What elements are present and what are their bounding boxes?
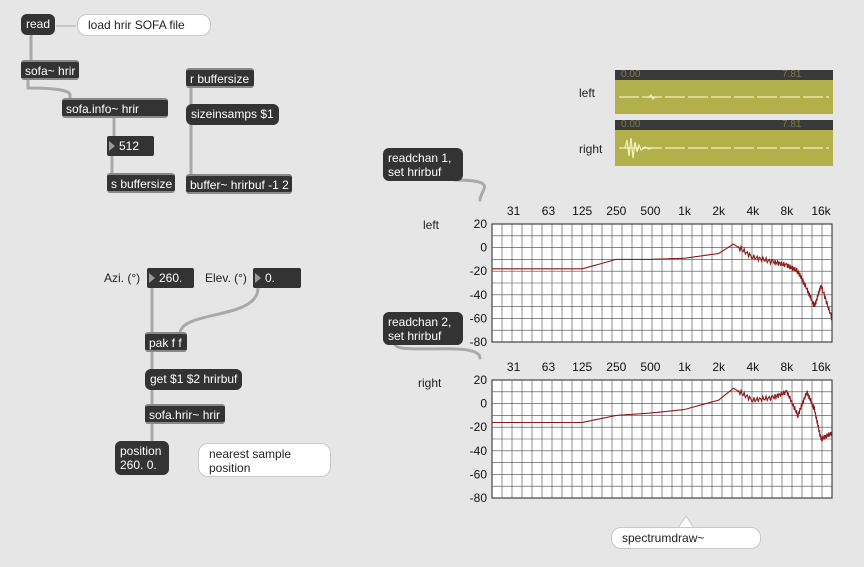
spectrumdraw-comment: spectrumdraw~ [611,527,761,549]
elev-number[interactable]: 0. [253,268,301,288]
buffersize-value: 512 [119,139,140,153]
cord-sofa-to-info [26,78,72,102]
number-arrow-icon [255,273,261,283]
spectrum-chart: 31 63 125 250 500 1k 2k 4k 8k 16k 20 0 -20 -40 -60 -80 [470,204,833,349]
freq-tick-label: 8k [781,360,795,374]
waveform-left-end: 7.81 [782,69,802,80]
freq-tick-label: 16k [811,360,831,374]
waveform-right-trace [619,137,829,159]
spectrum-right[interactable]: 31 63 125 250 500 1k 2k 4k 8k 16k 20 0 -20 -40 -60 -80 [440,356,840,506]
read-comment: load hrir SOFA file [77,14,211,36]
waveform-left[interactable] [615,80,833,114]
db-tick-label: 20 [474,217,488,231]
spectrum-right-label: right [418,376,442,390]
sofa-hrir-tilde-object[interactable]: sofa.hrir~ hrir [145,404,225,424]
db-tick-label: -20 [470,264,488,278]
waveform-right-end: 7.81 [782,119,802,130]
spectrum-left-label: left [423,218,440,232]
sofa-info-object[interactable]: sofa.info~ hrir [62,98,168,118]
freq-tick-label: 125 [572,360,592,374]
freq-tick-label: 2k [712,204,726,218]
db-tick-label: 0 [480,397,487,411]
freq-tick-label: 2k [712,360,726,374]
readchan1-line-2: set hrirbuf [388,165,442,179]
elev-label: Elev. (°) [205,271,247,285]
readchan1-line-1: readchan 1, [388,151,452,165]
db-tick-label: -40 [470,288,488,302]
comment-pointer-icon [678,515,694,528]
waveform-left-trace [619,93,829,101]
db-tick-label: -60 [470,467,488,481]
waveform-right-start: 0.00 [621,119,641,130]
position-comment-line-1: nearest sample [209,447,292,461]
freq-tick-label: 16k [811,204,831,218]
freq-tick-label: 4k [746,360,760,374]
waveform-left-header: 0.00 7.81 [615,70,833,80]
readchan1-message[interactable]: readchan 1, set hrirbuf [383,148,463,181]
number-arrow-icon [149,273,155,283]
waveform-right-label: right [579,142,603,156]
position-comment: nearest sample position [198,443,331,477]
buffersize-number[interactable]: 512 [107,136,154,156]
number-arrow-icon [109,141,115,151]
freq-tick-label: 250 [606,204,626,218]
s-buffersize-object[interactable]: s buffersize [107,173,175,193]
buffer-object[interactable]: buffer~ hrirbuf -1 2 [186,174,292,194]
freq-tick-label: 125 [572,204,592,218]
cord-elev-to-pak [178,286,260,336]
waveform-right[interactable] [615,130,833,166]
db-tick-label: -40 [470,444,488,458]
position-line-1: position [120,444,162,458]
r-buffersize-object[interactable]: r buffersize [186,68,254,88]
db-tick-label: -60 [470,311,488,325]
db-tick-label: -80 [470,491,488,505]
db-tick-label: -20 [470,420,488,434]
azi-value: 260. [159,271,183,285]
azi-label: Azi. (°) [104,271,141,285]
freq-tick-label: 1k [678,204,692,218]
cord-readchan1-to-left [453,178,486,202]
freq-tick-label: 63 [542,360,556,374]
get-message[interactable]: get $1 $2 hrirbuf [145,369,243,390]
db-tick-label: 0 [480,241,487,255]
freq-tick-label: 500 [640,204,660,218]
freq-tick-label: 8k [781,204,795,218]
db-tick-label: -80 [470,335,488,349]
position-line-2: 260. 0. [120,458,157,472]
waveform-right-header: 0.00 7.81 [615,120,833,130]
sofa-hrir-object[interactable]: sofa~ hrir [21,60,79,80]
position-message[interactable]: position 260. 0. [115,441,169,475]
freq-tick-label: 31 [507,360,521,374]
spectrum-left[interactable]: 31 63 125 250 500 1k 2k 4k 8k 16k 20 0 -20 -40 -60 -80 [440,200,840,350]
waveform-left-label: left [579,86,596,100]
freq-tick-label: 250 [606,360,626,374]
position-comment-line-2: position [209,461,251,475]
freq-tick-label: 31 [507,204,521,218]
elev-value: 0. [265,271,276,285]
freq-tick-label: 1k [678,360,692,374]
azi-number[interactable]: 260. [147,268,194,288]
freq-tick-label: 500 [640,360,660,374]
read-message[interactable]: read [21,14,56,35]
db-tick-label: 20 [474,373,488,387]
pak-object[interactable]: pak f f [145,332,187,352]
spectrum-chart: 31 63 125 250 500 1k 2k 4k 8k 16k 20 0 -20 -40 -60 -80 [470,360,833,505]
waveform-left-start: 0.00 [621,69,641,80]
sizeinsamps-message[interactable]: sizeinsamps $1 [186,104,279,125]
freq-tick-label: 4k [746,204,760,218]
freq-tick-label: 63 [542,204,556,218]
